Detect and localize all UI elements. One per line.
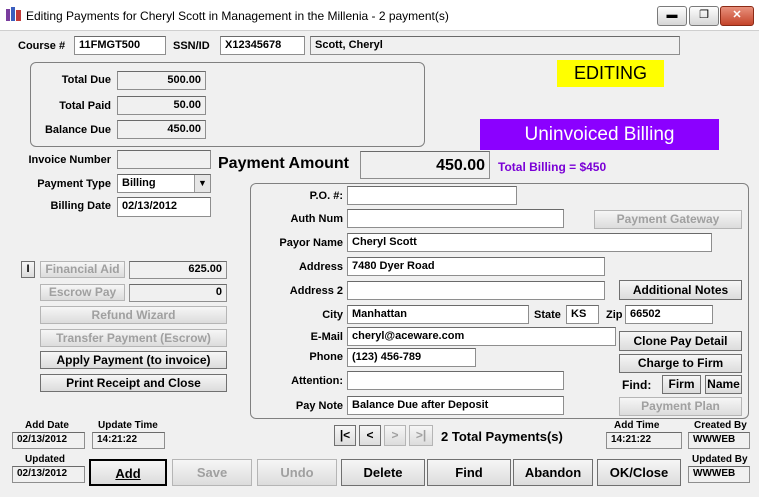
escrow-pay-button[interactable]: Escrow Pay [40,284,125,301]
escrow-pay-field: 0 [129,284,227,302]
app-icon [6,7,21,21]
nav-first-button[interactable]: |< [334,425,356,446]
add-date-label: Add Date [25,420,69,431]
updated-by-field: WWWEB [688,466,750,483]
transfer-payment-button[interactable]: Transfer Payment (Escrow) [40,329,227,347]
attention-field[interactable] [347,371,564,390]
total-billing-text: Total Billing = $450 [498,160,607,174]
invoice-number-field [117,150,211,169]
add-button[interactable]: Add [89,459,167,486]
balance-due-field: 450.00 [117,120,206,139]
add-date-field: 02/13/2012 [12,432,85,449]
auth-num-label: Auth Num [290,213,343,225]
clone-pay-detail-button[interactable]: Clone Pay Detail [619,331,742,351]
student-name-field: Scott, Cheryl [310,36,680,55]
address-field[interactable]: 7480 Dyer Road [347,257,605,276]
add-time-label: Add Time [614,420,660,431]
delete-button[interactable]: Delete [341,459,425,486]
total-due-label: Total Due [61,74,111,86]
state-field[interactable]: KS [566,305,599,324]
nav-next-button[interactable]: > [384,425,406,446]
payment-type-select[interactable]: Billing ▼ [117,174,211,193]
created-by-field: WWWEB [688,432,750,449]
address2-label: Address 2 [289,285,343,297]
total-paid-field: 50.00 [117,96,206,115]
apply-payment-button[interactable]: Apply Payment (to invoice) [40,351,227,369]
course-label: Course # [18,40,66,52]
updated-field: 02/13/2012 [12,466,85,483]
ok-close-button[interactable]: OK/Close [597,459,681,486]
auth-num-field[interactable] [347,209,564,228]
payment-amount-field[interactable]: 450.00 [360,151,490,179]
financial-aid-button[interactable]: Financial Aid [40,261,125,278]
find-firm-button[interactable]: Firm [662,375,701,394]
email-field[interactable]: cheryl@aceware.com [347,327,616,346]
ssn-field[interactable]: X12345678 [220,36,305,55]
window-title: Editing Payments for Cheryl Scott in Man… [26,9,449,23]
i-button[interactable]: I [21,261,35,278]
add-time-field: 14:21:22 [606,432,682,449]
updated-label: Updated [25,454,65,465]
uninvoiced-billing-badge: Uninvoiced Billing [480,119,719,150]
payor-name-label: Payor Name [279,237,343,249]
city-field[interactable]: Manhattan [347,305,529,324]
phone-label: Phone [309,351,343,363]
payor-name-field[interactable]: Cheryl Scott [347,233,712,252]
payment-plan-button[interactable]: Payment Plan [619,397,742,416]
find-name-button[interactable]: Name [705,375,742,394]
maximize-button[interactable]: ❐ [689,6,719,26]
abandon-button[interactable]: Abandon [513,459,593,486]
minimize-button[interactable]: ▬ [657,6,687,26]
refund-wizard-button[interactable]: Refund Wizard [40,306,227,324]
additional-notes-button[interactable]: Additional Notes [619,280,742,300]
save-button[interactable]: Save [172,459,252,486]
find-button[interactable]: Find [427,459,511,486]
invoice-number-label: Invoice Number [28,154,111,166]
financial-aid-field: 625.00 [129,261,227,279]
billing-date-label: Billing Date [50,200,111,212]
phone-field[interactable]: (123) 456-789 [347,348,476,367]
email-label: E-Mail [310,331,343,343]
payment-type-value: Billing [122,177,156,189]
update-time-field: 14:21:22 [92,432,165,449]
address2-field[interactable] [347,281,605,300]
pay-note-label: Pay Note [295,400,343,412]
zip-field[interactable]: 66502 [625,305,713,324]
close-button[interactable]: ✕ [720,6,754,26]
updated-by-label: Updated By [692,454,748,465]
zip-label: Zip [606,309,623,321]
ssn-label: SSN/ID [173,40,210,52]
attention-label: Attention: [291,375,343,387]
po-field[interactable] [347,186,517,205]
nav-prev-button[interactable]: < [359,425,381,446]
address-label: Address [298,261,343,273]
charge-to-firm-button[interactable]: Charge to Firm [619,354,742,373]
nav-last-button[interactable]: >| [409,425,433,446]
payment-gateway-button[interactable]: Payment Gateway [594,210,742,229]
total-paid-label: Total Paid [59,100,111,112]
print-receipt-close-button[interactable]: Print Receipt and Close [40,374,227,392]
total-payments-text: 2 Total Payments(s) [441,429,563,444]
created-by-label: Created By [694,420,747,431]
update-time-label: Update Time [98,420,158,431]
po-label: P.O. #: [309,190,343,202]
payment-type-label: Payment Type [37,178,111,190]
total-due-field: 500.00 [117,71,206,90]
find-label: Find: [622,378,652,392]
pay-note-field[interactable]: Balance Due after Deposit [347,396,564,415]
undo-button[interactable]: Undo [257,459,337,486]
balance-due-label: Balance Due [44,124,111,136]
city-label: City [322,309,343,321]
title-bar: Editing Payments for Cheryl Scott in Man… [0,0,759,31]
chevron-down-icon[interactable]: ▼ [194,175,210,192]
state-label: State [534,309,561,321]
payment-amount-label: Payment Amount [218,155,349,172]
editing-badge: EDITING [557,60,664,87]
billing-date-field[interactable]: 02/13/2012 [117,197,211,217]
course-field[interactable]: 11FMGT500 [74,36,166,55]
